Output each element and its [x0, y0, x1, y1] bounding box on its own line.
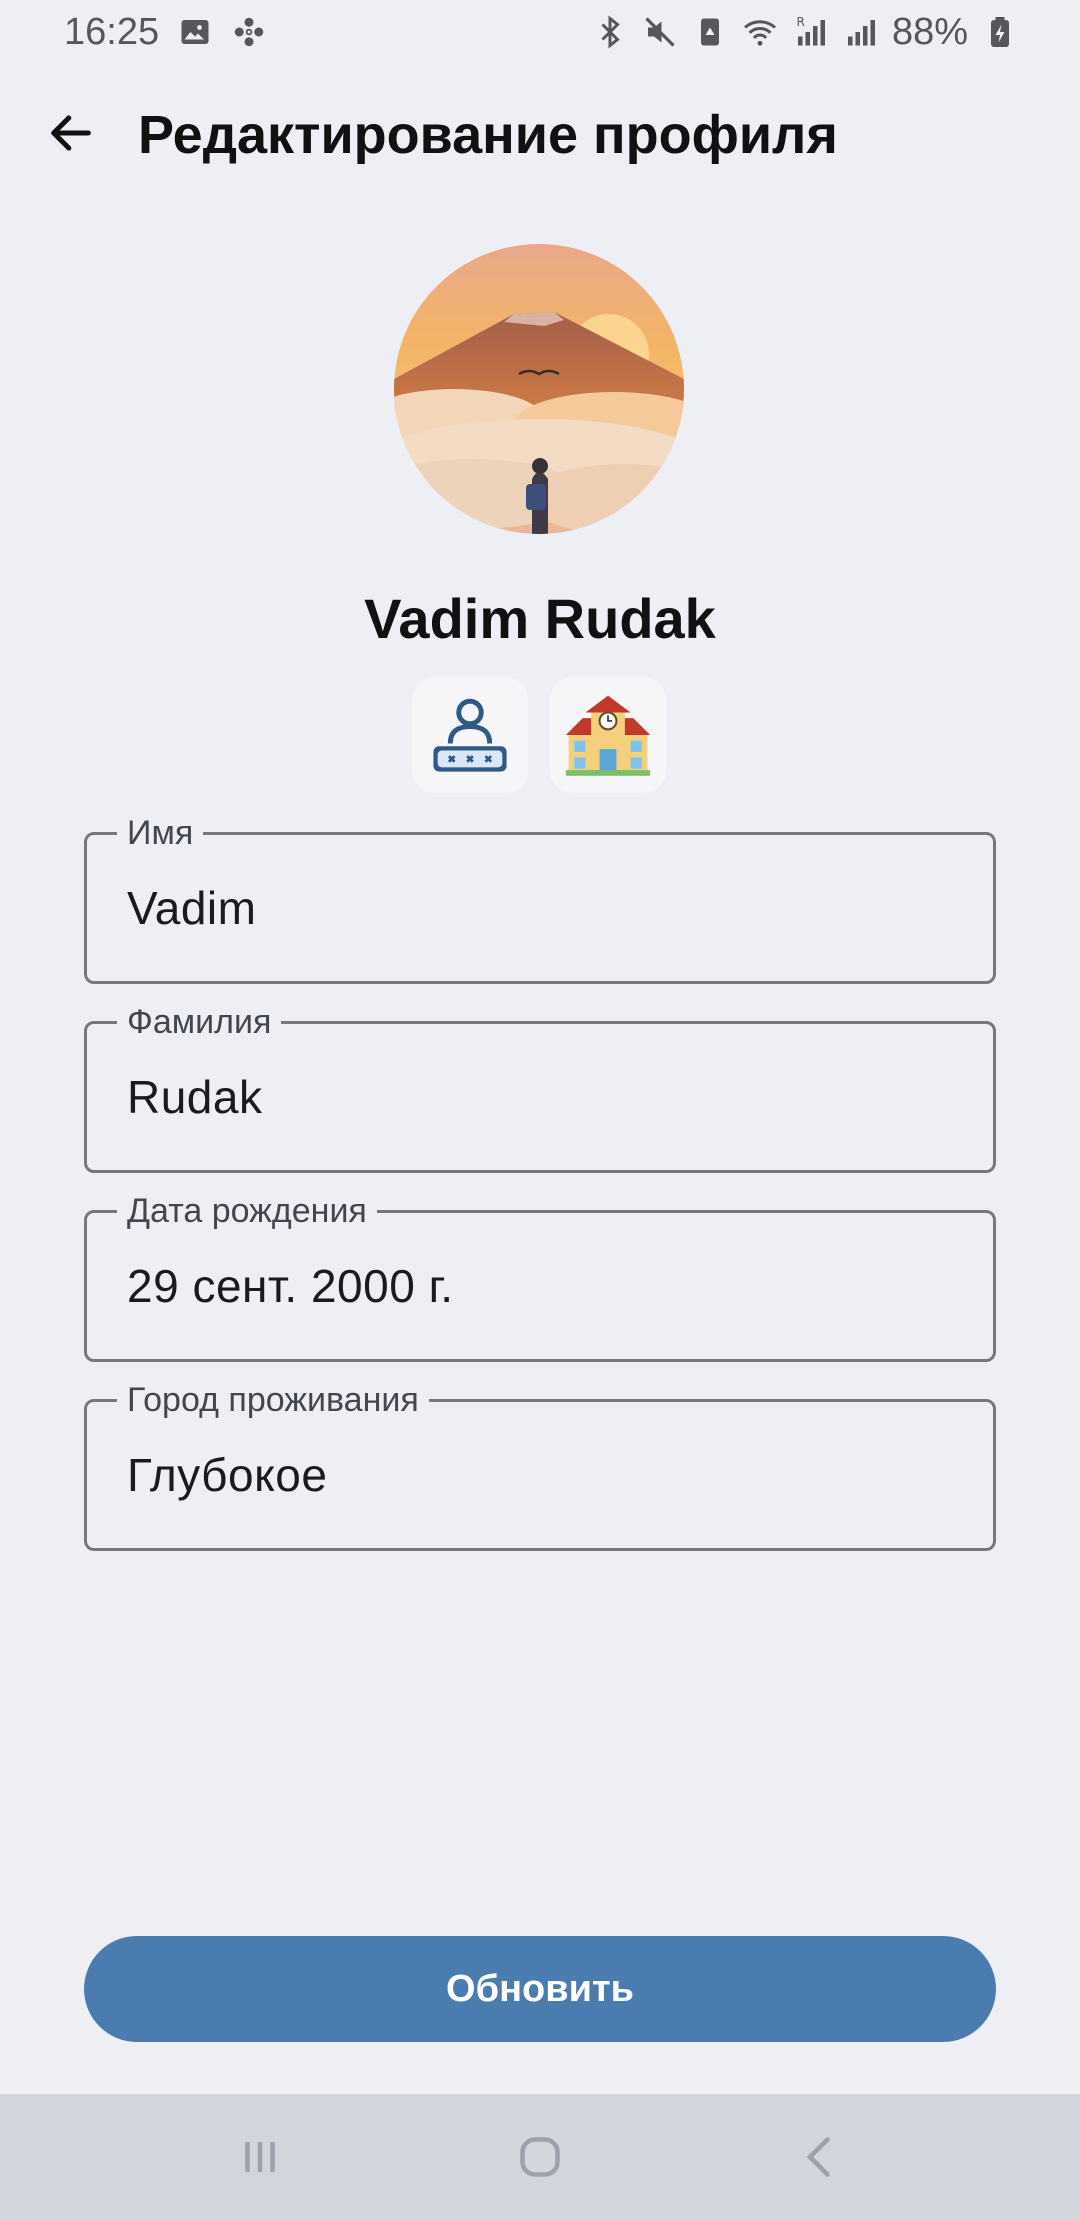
badges	[412, 677, 666, 793]
school-badge[interactable]	[550, 677, 666, 793]
status-time: 16:25	[64, 10, 160, 53]
avatar[interactable]	[394, 244, 684, 534]
first-name-label: Имя	[117, 811, 204, 855]
birth-date-field[interactable]: Дата рождения 29 сент. 2000 г.	[84, 1189, 996, 1362]
back-button[interactable]	[36, 98, 106, 168]
last-name-field[interactable]: Фамилия Rudak	[84, 1000, 996, 1173]
status-left: 16:25	[64, 11, 267, 54]
home-button[interactable]	[495, 2112, 585, 2202]
signal-r-icon: R	[792, 14, 828, 50]
battery-percent: 88%	[891, 10, 968, 53]
signal-icon	[842, 14, 878, 50]
last-name-value: Rudak	[127, 1071, 263, 1123]
battery-charging-icon	[982, 14, 1018, 50]
mute-icon	[642, 14, 678, 50]
last-name-label: Фамилия	[117, 1000, 282, 1044]
city-value: Глубокое	[127, 1449, 328, 1501]
gallery-icon	[177, 14, 213, 50]
school-building-icon	[565, 695, 651, 776]
wifi-icon	[742, 14, 778, 50]
recent-apps-button[interactable]	[215, 2112, 305, 2202]
first-name-value: Vadim	[127, 882, 257, 934]
birth-date-value: 29 сент. 2000 г.	[127, 1260, 454, 1312]
status-right: R 88%	[592, 11, 1018, 54]
app-bar: Редактирование профиля	[0, 84, 1080, 184]
nav-back-button[interactable]	[775, 2112, 865, 2202]
svg-text:R: R	[796, 15, 804, 29]
update-button[interactable]: Обновить	[84, 1936, 996, 2042]
first-name-field[interactable]: Имя Vadim	[84, 811, 996, 984]
recycle-icon	[692, 14, 728, 50]
user-name: Vadim Rudak	[364, 587, 716, 650]
password-user-badge[interactable]	[412, 677, 528, 793]
system-nav-bar	[0, 2094, 1080, 2220]
avatar-image	[394, 244, 684, 534]
page-title: Редактирование профиля	[138, 105, 838, 165]
recent-apps-icon	[245, 2142, 275, 2172]
status-bar: 16:25 R 88%	[0, 0, 1080, 64]
arrow-left-icon	[51, 115, 91, 151]
city-label: Город проживания	[117, 1378, 429, 1422]
city-field[interactable]: Город проживания Глубокое	[84, 1378, 996, 1551]
bluetooth-icon	[592, 14, 628, 50]
home-icon	[520, 2137, 560, 2177]
fan-icon	[231, 14, 267, 50]
birth-date-label: Дата рождения	[117, 1189, 377, 1233]
password-user-icon	[433, 698, 507, 772]
back-icon	[806, 2137, 830, 2177]
